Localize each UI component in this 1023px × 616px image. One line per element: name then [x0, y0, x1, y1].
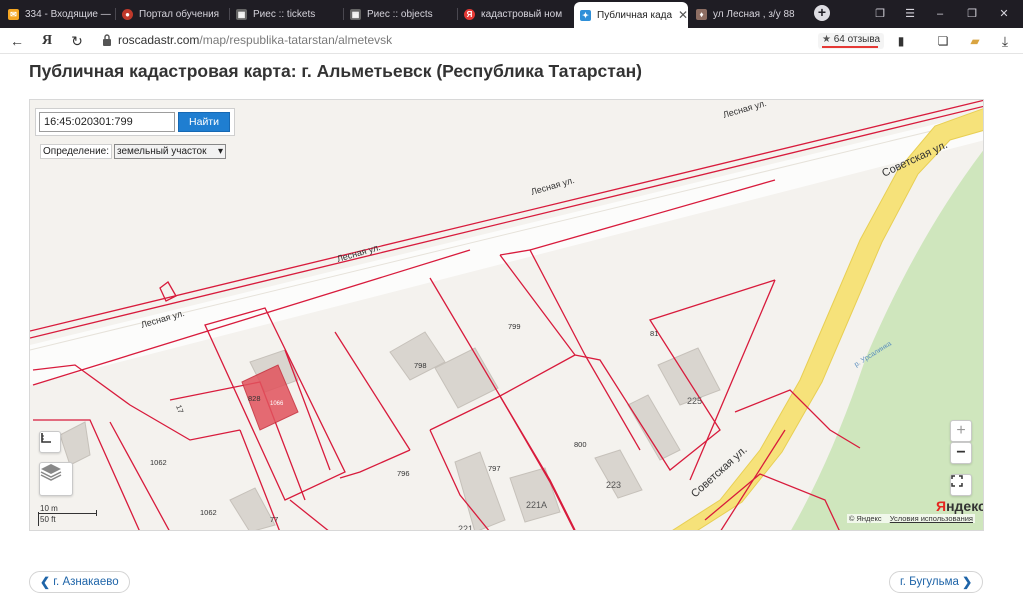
tab-label: Риес :: objects: [367, 8, 433, 20]
parcel-number: 796: [397, 469, 410, 478]
parcel-number: 798: [414, 361, 427, 370]
url-field[interactable]: roscadastr.com/map/respublika-tatarstan/…: [118, 33, 392, 47]
close-window-icon[interactable]: ✕: [994, 4, 1014, 24]
street-label: Лесная ул.: [722, 100, 768, 120]
chevron-left-icon: ❮: [40, 575, 51, 589]
parcel-number: 221: [458, 524, 473, 531]
rosreestr-icon: ✦: [580, 9, 591, 21]
chevron-right-icon: ❯: [962, 575, 973, 589]
reload-icon[interactable]: ↻: [68, 32, 86, 50]
prev-city-label: г. Азнакаево: [53, 576, 119, 588]
url-path: /map/respublika-tatarstan/almetevsk: [199, 33, 393, 47]
parcel-number: 17: [174, 404, 185, 415]
menu-icon[interactable]: ☰: [900, 4, 920, 24]
definition-label: Определение:: [40, 144, 113, 159]
next-city-label: г. Бугульма: [900, 576, 959, 588]
tab-mail[interactable]: ✉ 334 - Входящие —: [2, 2, 114, 26]
grid-icon: ▦: [236, 8, 247, 20]
address-bar: ← Я ↻ roscadastr.com/map/respublika-tata…: [0, 28, 1023, 54]
new-tab-button[interactable]: +: [814, 5, 830, 21]
next-city-button[interactable]: г. Бугульма ❯: [889, 571, 984, 593]
tab-ries-objects[interactable]: ▦ Риес :: objects: [344, 2, 456, 26]
layers-button[interactable]: [39, 462, 73, 496]
pin-icon: ♦: [696, 8, 707, 20]
parcel-number: 799: [508, 322, 521, 331]
parcel-number: 1066: [270, 401, 284, 407]
collections-icon[interactable]: ❏: [934, 32, 952, 50]
copyright-text: © Яндекс: [848, 514, 882, 523]
minimize-icon[interactable]: –: [930, 4, 950, 24]
parcel-number: 77: [270, 515, 278, 524]
url-domain: roscadastr.com: [118, 33, 200, 47]
parcel-number: 1062: [150, 458, 167, 467]
tab-label: ул Лесная , з/у 88: [713, 8, 795, 20]
buildings: [59, 331, 721, 530]
download-icon[interactable]: ⤓: [996, 32, 1014, 50]
parcel-number: 81: [650, 329, 658, 338]
fullscreen-button[interactable]: [950, 474, 972, 496]
star-icon: ★: [822, 34, 831, 45]
find-button[interactable]: Найти: [178, 112, 230, 132]
definition-select[interactable]: земельный участок ▾: [114, 144, 227, 159]
tab-label: Публичная када: [597, 9, 673, 21]
layers-icon: [40, 464, 62, 481]
tab-cadastral-map[interactable]: ✦ Публичная када ✕: [574, 2, 688, 28]
close-tab-icon[interactable]: ✕: [672, 8, 688, 22]
prev-city-button[interactable]: ❮ г. Азнакаево: [29, 571, 130, 593]
map-copyright: © Яндекс Условия использования: [846, 514, 975, 523]
back-arrow-icon[interactable]: ←: [8, 32, 26, 50]
chevron-down-icon: ▾: [217, 146, 224, 157]
fullscreen-icon: [951, 475, 963, 487]
yandex-logo[interactable]: Яндекс: [936, 498, 983, 514]
parcel-number: 800: [574, 440, 587, 449]
zoom-in-button[interactable]: +: [950, 420, 972, 442]
ruler-button[interactable]: [39, 431, 61, 453]
zoom-out-button[interactable]: −: [950, 442, 972, 464]
grid-icon: ▦: [350, 8, 361, 20]
tab-lesnaya[interactable]: ♦ ул Лесная , з/у 88: [690, 2, 802, 26]
parcel-number: 797: [488, 464, 501, 473]
definition-row: Определение: земельный участок ▾: [40, 144, 227, 159]
street-label: Лесная ул.: [336, 242, 382, 264]
folder-icon[interactable]: ▰: [966, 32, 984, 50]
tab-label: Портал обучения: [139, 8, 220, 20]
definition-value: земельный участок: [117, 146, 207, 157]
parcel-number: 1062: [200, 508, 217, 517]
bookmark-icon[interactable]: ▮: [892, 32, 910, 50]
tab-portal[interactable]: ● Портал обучения: [116, 2, 228, 26]
page-title: Публичная кадастровая карта: г. Альметье…: [29, 61, 642, 81]
map-canvas[interactable]: Лесная ул. Лесная ул. Лесная ул. Лесная …: [30, 100, 984, 531]
cadastral-number-input[interactable]: [39, 112, 175, 132]
tab-label: Риес :: tickets: [253, 8, 316, 20]
map-scale: 10 m 50 ft: [38, 502, 100, 526]
restore-icon[interactable]: ❐: [962, 4, 982, 24]
street-label: Лесная ул.: [530, 175, 576, 197]
yandex-logo-icon[interactable]: Я: [38, 32, 56, 50]
parcel-number: 828: [248, 394, 261, 403]
parcel-number: 221А: [526, 500, 547, 510]
mail-icon: ✉: [8, 8, 19, 20]
parcel-number: 223: [606, 480, 621, 490]
reviews-count: 64 отзыва: [833, 34, 881, 45]
cadastral-search-box: Найти: [35, 108, 235, 136]
scale-meters: 10 m: [40, 504, 58, 513]
tab-ries-tickets[interactable]: ▦ Риес :: tickets: [230, 2, 342, 26]
yandex-icon: Я: [464, 8, 475, 20]
scale-feet: 50 ft: [40, 515, 56, 524]
cadastral-map[interactable]: Лесная ул. Лесная ул. Лесная ул. Лесная …: [29, 99, 984, 531]
ruler-icon: [41, 433, 51, 443]
reviews-badge[interactable]: ★ 64 отзыва: [818, 33, 885, 49]
browser-tab-bar: ✉ 334 - Входящие — ● Портал обучения ▦ Р…: [0, 0, 1023, 28]
tab-manager-icon[interactable]: ❐: [870, 4, 890, 24]
tab-label: 334 - Входящие —: [25, 8, 111, 20]
tab-yandex-search[interactable]: Я кадастровый ном: [458, 2, 570, 26]
lock-icon: [103, 34, 111, 46]
terms-link[interactable]: Условия использования: [890, 514, 973, 523]
parcel-number: 225: [687, 396, 702, 406]
tab-label: кадастровый ном: [481, 8, 563, 20]
portal-icon: ●: [122, 8, 133, 20]
